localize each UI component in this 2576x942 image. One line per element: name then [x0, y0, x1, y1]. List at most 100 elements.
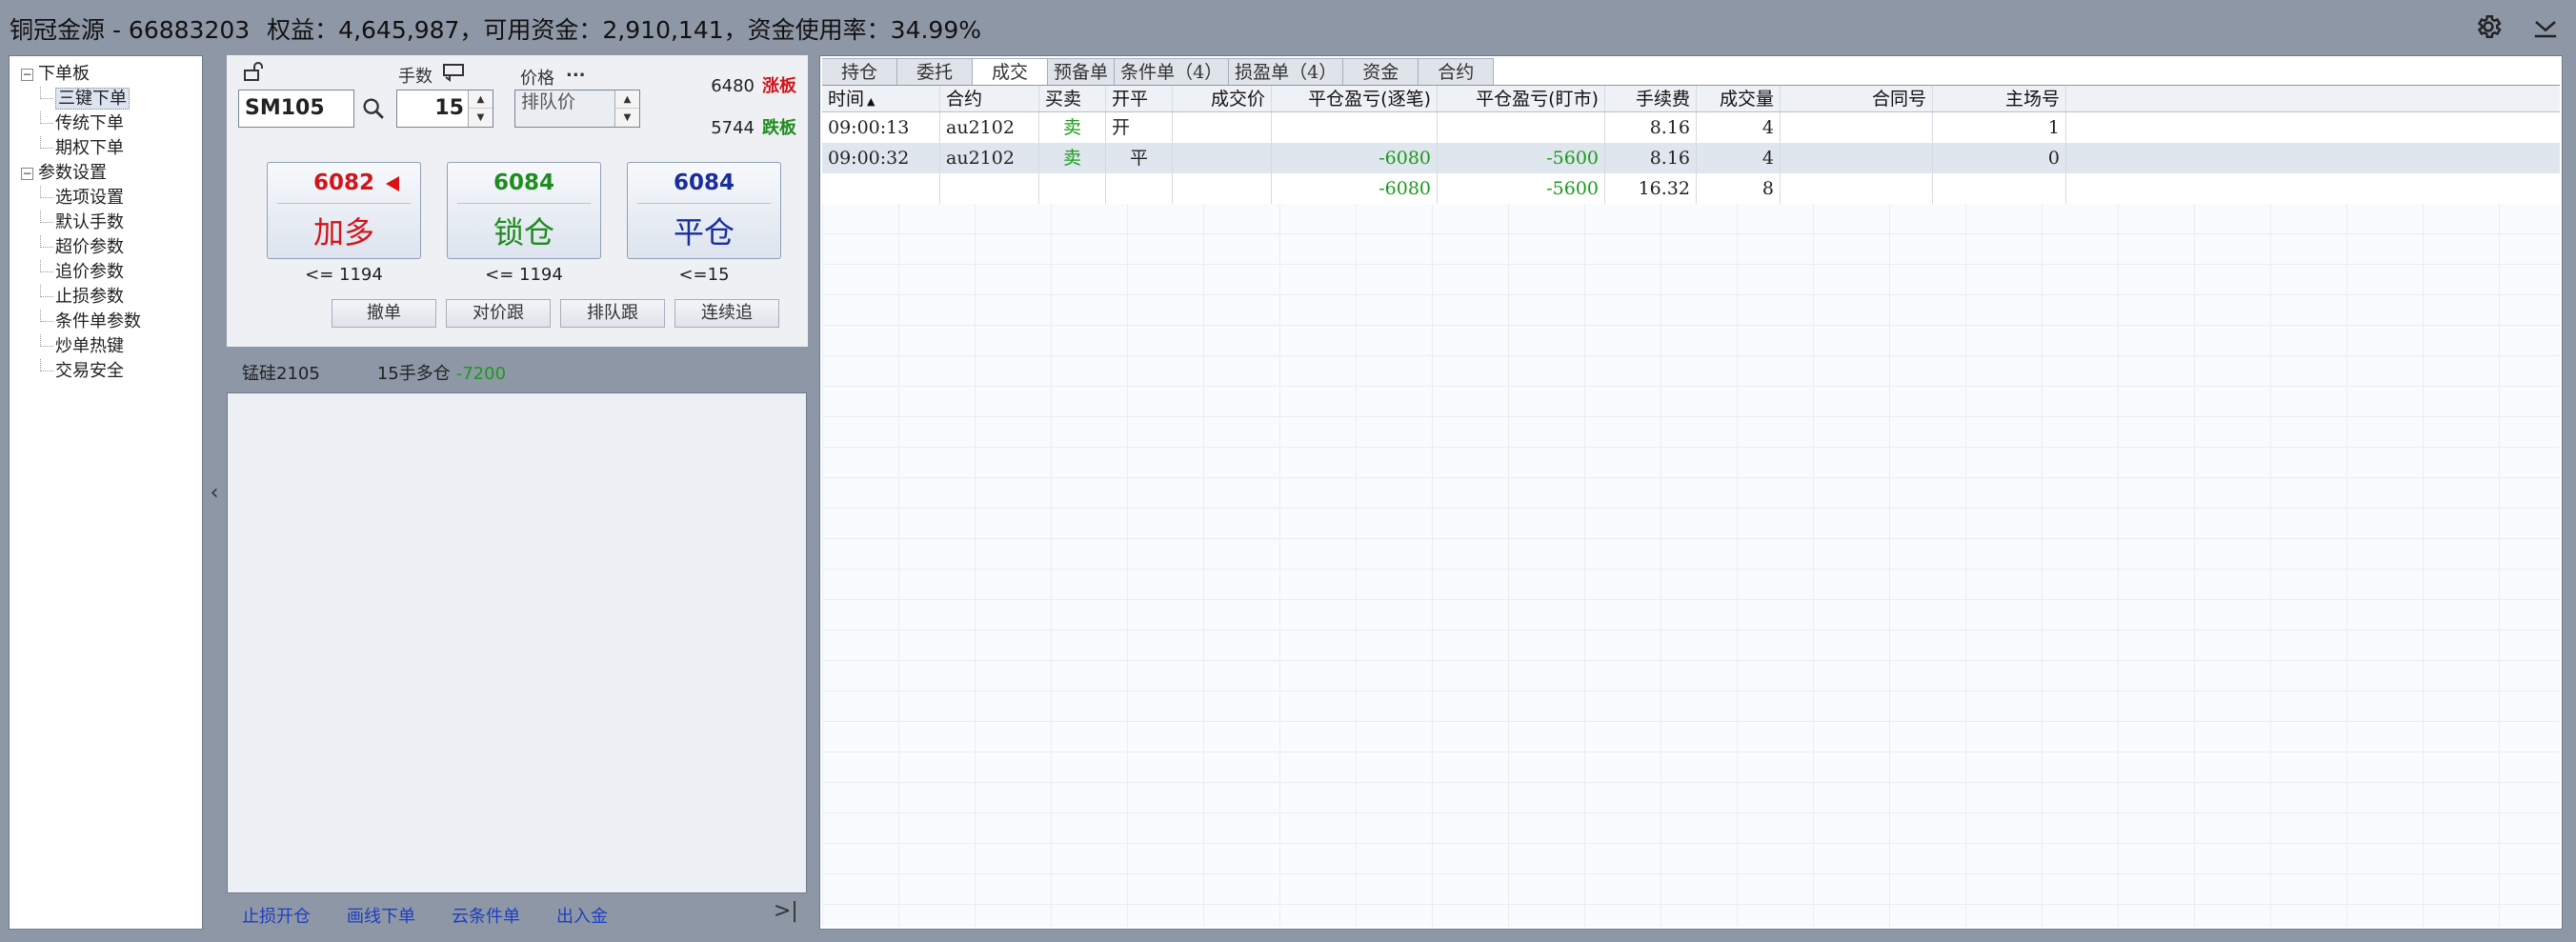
collapse-icon[interactable]: − [21, 69, 33, 81]
settings-tree: − 下单板 三键下单 传统下单 期权下单 − 参数设置 选项设置 默认手数 超价… [9, 55, 203, 930]
tree-group-label: 下单板 [38, 64, 90, 84]
unlock-icon[interactable] [242, 61, 265, 82]
qty-value: 15 [434, 96, 464, 120]
symbol-input[interactable]: SM105 [238, 90, 354, 128]
add-long-button[interactable]: 6082 加多 [267, 162, 421, 259]
column-header-fee[interactable]: 手续费 [1605, 86, 1697, 111]
limit-down: 5744 跌板 [711, 114, 796, 139]
qty-up-icon[interactable]: ▲ [468, 90, 493, 109]
tree-item-options[interactable]: 选项设置 [10, 186, 202, 210]
table-total-row: -6080 -5600 16.32 8 [822, 173, 2560, 204]
lock-position-note: <= 1194 [485, 265, 563, 285]
tree-item-conditional-order[interactable]: 条件单参数 [10, 310, 202, 334]
limit-up-label: 涨板 [762, 76, 796, 96]
lock-position-label: 锁仓 [493, 214, 554, 251]
table-row[interactable]: 09:00:32 au2102 卖 平 -6080 -5600 8.16 4 0 [822, 143, 2560, 173]
tree-item-option-order[interactable]: 期权下单 [10, 136, 202, 161]
link-stop-loss-open[interactable]: 止损开仓 [242, 907, 311, 927]
table-header: 时间 ▲ 合约 买卖 开平 成交价 平仓盈亏(逐笔) 平仓盈亏(盯市) 手续费 成… [822, 86, 2560, 112]
close-position-button[interactable]: 6084 平仓 [627, 162, 781, 259]
minimize-down-icon[interactable] [2528, 10, 2563, 44]
cancel-order-button[interactable]: 撤单 [332, 299, 436, 328]
link-cloud-condition-order[interactable]: 云条件单 [452, 907, 520, 927]
direction-arrow-icon [386, 176, 399, 191]
equity-text: 权益：4,645,987， [267, 16, 484, 44]
tree-item-hotkeys[interactable]: 炒单热键 [10, 334, 202, 359]
title-bar: 铜冠金源 - 66883203 权益：4,645,987，可用资金：2,910,1… [0, 0, 2576, 53]
position-contract: 锰硅2105 [242, 364, 320, 384]
sort-asc-icon: ▲ [867, 95, 875, 108]
trades-table: 时间 ▲ 合约 买卖 开平 成交价 平仓盈亏(逐笔) 平仓盈亏(盯市) 手续费 成… [822, 85, 2560, 204]
bottom-links: 止损开仓 画线下单 云条件单 出入金 [242, 903, 644, 928]
tab-prepared-orders[interactable]: 预备单 [1048, 58, 1116, 85]
link-transfer-funds[interactable]: 出入金 [556, 907, 608, 927]
link-line-order[interactable]: 画线下单 [347, 907, 415, 927]
tab-orders[interactable]: 委托 [897, 58, 974, 85]
column-header-volume[interactable]: 成交量 [1697, 86, 1781, 111]
price-select[interactable]: 排队价 ▲ ▼ [514, 90, 640, 128]
close-position-price: 6084 [673, 170, 735, 195]
tab-conditional-orders[interactable]: 条件单（4） [1115, 58, 1230, 85]
available-funds-text: 可用资金：2,910,141， [483, 16, 748, 44]
tree-item-three-key-order[interactable]: 三键下单 [10, 87, 202, 111]
tree-item-traditional-order[interactable]: 传统下单 [10, 111, 202, 136]
add-long-note: <= 1194 [305, 265, 383, 285]
column-header-time[interactable]: 时间 ▲ [822, 86, 940, 111]
close-position-note: <=15 [678, 265, 730, 285]
grid-background [822, 111, 2560, 927]
tab-contracts[interactable]: 合约 [1419, 58, 1495, 85]
continuous-chase-button[interactable]: 连续追 [674, 299, 779, 328]
counter-price-follow-button[interactable]: 对价跟 [446, 299, 551, 328]
tree-item-trade-security[interactable]: 交易安全 [10, 359, 202, 384]
close-position-label: 平仓 [673, 214, 735, 251]
tree-group-order-board[interactable]: − 下单板 [10, 62, 202, 87]
position-pnl: -7200 [455, 364, 507, 384]
lock-position-price: 6084 [493, 170, 554, 195]
column-header-main-no[interactable]: 主场号 [1933, 86, 2066, 111]
limit-down-price: 5744 [711, 118, 755, 138]
tree-item-stop-loss[interactable]: 止损参数 [10, 285, 202, 310]
position-summary: 锰硅2105 15手多仓 -7200 [242, 360, 563, 385]
trade-records-panel: 持仓 委托 成交 预备单 条件单（4） 损盈单（4） 资金 合约 时间 ▲ 合约 … [819, 55, 2563, 930]
tab-stop-orders[interactable]: 损盈单（4） [1229, 58, 1344, 85]
chart-area [227, 392, 807, 893]
price-more-button[interactable]: ... [566, 61, 586, 81]
search-icon[interactable] [360, 95, 387, 122]
limit-up: 6480 涨板 [711, 72, 796, 97]
column-header-side[interactable]: 买卖 [1039, 86, 1106, 111]
tab-positions[interactable]: 持仓 [822, 58, 898, 85]
collapse-icon[interactable]: − [21, 168, 33, 180]
account-summary: 铜冠金源 - 66883203 权益：4,645,987，可用资金：2,910,1… [10, 11, 998, 46]
table-row[interactable]: 09:00:13 au2102 卖 开 8.16 4 1 [822, 112, 2560, 143]
limit-down-label: 跌板 [762, 118, 796, 138]
price-up-icon[interactable]: ▲ [614, 90, 639, 109]
tree-group-parameters[interactable]: − 参数设置 [10, 161, 202, 186]
qty-label: 手数 [398, 67, 433, 87]
column-header-pnl-mtm[interactable]: 平仓盈亏(盯市) [1438, 86, 1605, 111]
account-name: 铜冠金源 - 66883203 [10, 16, 251, 44]
queue-follow-button[interactable]: 排队跟 [560, 299, 665, 328]
skip-to-end-icon[interactable]: >| [774, 899, 798, 923]
position-desc: 15手多仓 [376, 364, 451, 384]
collapse-panel-chevron-icon[interactable]: ‹ [204, 55, 225, 930]
usage-text: 资金使用率：34.99% [747, 16, 981, 44]
price-label: 价格 [520, 69, 554, 89]
tab-funds[interactable]: 资金 [1343, 58, 1419, 85]
column-header-contract-no[interactable]: 合同号 [1781, 86, 1933, 111]
column-header-price[interactable]: 成交价 [1173, 86, 1272, 111]
qty-stepper[interactable]: 15 ▲ ▼ [396, 90, 493, 128]
tree-item-overprice[interactable]: 超价参数 [10, 235, 202, 260]
column-header-pnl-trade[interactable]: 平仓盈亏(逐笔) [1272, 86, 1438, 111]
column-header-open-close[interactable]: 开平 [1106, 86, 1173, 111]
tree-item-chase-price[interactable]: 追价参数 [10, 260, 202, 285]
column-header-contract[interactable]: 合约 [940, 86, 1039, 111]
tree-item-default-qty[interactable]: 默认手数 [10, 210, 202, 235]
qty-down-icon[interactable]: ▼ [468, 109, 493, 127]
lock-position-button[interactable]: 6084 锁仓 [447, 162, 601, 259]
record-tabs: 持仓 委托 成交 预备单 条件单（4） 损盈单（4） 资金 合约 [822, 58, 1495, 85]
price-down-icon[interactable]: ▼ [614, 109, 639, 127]
tab-trades[interactable]: 成交 [973, 58, 1049, 85]
tree-group-label: 参数设置 [38, 163, 107, 183]
qty-reset-icon[interactable] [442, 63, 467, 82]
gear-icon[interactable] [2471, 10, 2506, 44]
